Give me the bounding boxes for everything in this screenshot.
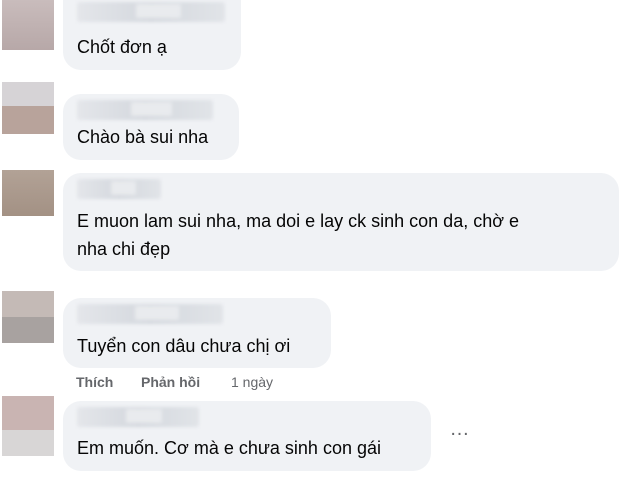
comment-bubble: E muon lam sui nha, ma doi e lay ck sinh… [63, 173, 619, 271]
comment-bubble: Chào bà sui nha [63, 94, 239, 160]
avatar[interactable] [2, 396, 54, 456]
like-button[interactable]: Thích [76, 374, 113, 390]
comment-bubble: Chốt đơn ạ [63, 0, 241, 70]
comment-bubble: Em muốn. Cơ mà e chưa sinh con gái [63, 401, 431, 471]
commenter-name-blurred[interactable] [77, 179, 161, 199]
commenter-name-blurred[interactable] [77, 100, 213, 120]
comment-text-line-2: nha chi đẹp [77, 239, 171, 259]
commenter-name-blurred[interactable] [77, 407, 199, 427]
comment-timestamp[interactable]: 1 ngày [231, 374, 273, 390]
commenter-name-blurred[interactable] [77, 304, 223, 324]
avatar[interactable] [2, 82, 54, 134]
comment-bubble: Tuyển con dâu chưa chị ơi [63, 298, 331, 368]
commenter-name-blurred[interactable] [77, 2, 225, 22]
comment-text: Em muốn. Cơ mà e chưa sinh con gái [77, 438, 381, 458]
reply-button[interactable]: Phản hồi [141, 374, 200, 390]
avatar[interactable] [2, 0, 54, 50]
comment-text: Tuyển con dâu chưa chị ơi [77, 336, 291, 356]
more-options-icon[interactable]: … [447, 419, 473, 446]
avatar[interactable] [2, 291, 54, 343]
comment-text: Chào bà sui nha [77, 127, 209, 147]
comment-text: Chốt đơn ạ [77, 37, 167, 57]
comment-text-line-1: E muon lam sui nha, ma doi e lay ck sinh… [77, 211, 520, 231]
avatar[interactable] [2, 170, 54, 216]
